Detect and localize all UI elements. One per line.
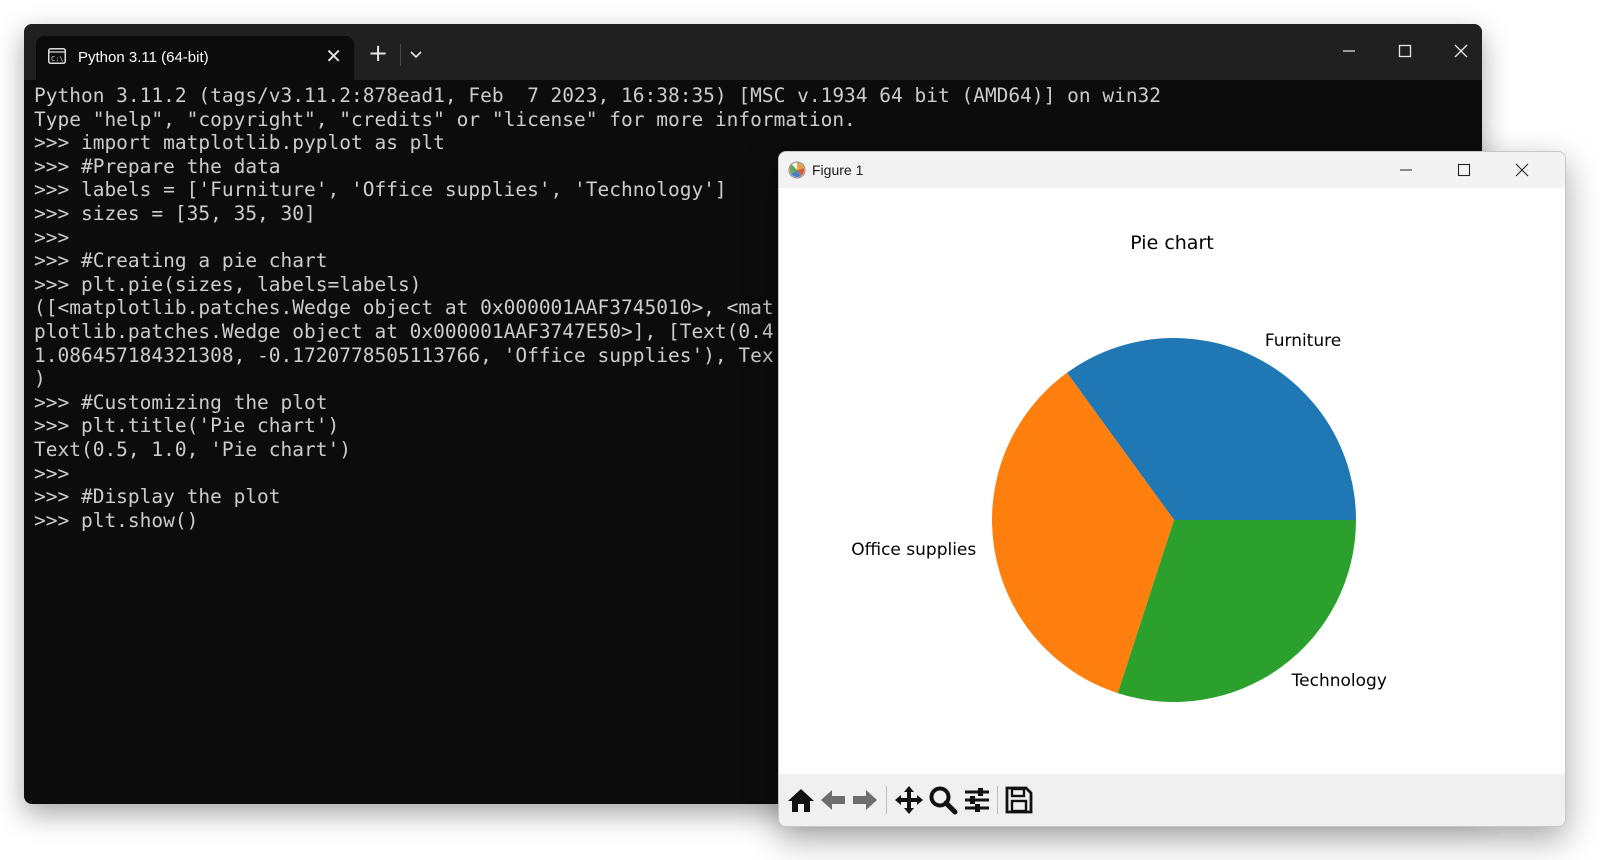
pie-label: Technology [1291,670,1387,691]
figure-title: Figure 1 [812,162,864,178]
minimize-icon [1400,169,1412,171]
maximize-icon [1457,163,1471,177]
back-arrow-icon [821,790,845,810]
maximize-icon [1398,44,1412,58]
close-icon [1454,44,1468,58]
minimize-button[interactable] [1331,36,1367,66]
pan-button[interactable] [893,784,925,816]
tab-python[interactable]: C:\ Python 3.11 (64-bit) ✕ [36,36,354,80]
terminal-icon: C:\ [48,48,66,64]
close-icon [1515,163,1529,177]
zoom-button[interactable] [927,784,959,816]
configure-subplots-icon [965,788,989,812]
pie-label: Furniture [1264,330,1342,351]
figure-toolbar [779,774,1565,826]
maximize-button[interactable] [1387,36,1423,66]
close-tab-icon[interactable]: ✕ [325,44,342,68]
forward-arrow-icon [853,790,877,810]
matplotlib-icon [788,161,806,179]
figure-canvas[interactable]: Pie chart Furniture Office supplies Techno… [779,188,1565,768]
tab-title: Python 3.11 (64-bit) [78,49,209,66]
toolbar-divider [997,786,998,814]
terminal-line: Python 3.11.2 (tags/v3.11.2:878ead1, Feb… [34,84,1162,107]
home-button[interactable] [785,784,817,816]
chevron-down-icon[interactable] [408,44,424,64]
svg-text:C:\: C:\ [51,55,64,63]
forward-button[interactable] [849,784,881,816]
pie-label: Office supplies [851,540,977,561]
figure-close-button[interactable] [1504,156,1540,184]
configure-subplots-button[interactable] [961,784,993,816]
figure-window: Figure 1 Pie chart Furniture Office suppl… [778,151,1566,827]
back-button[interactable] [817,784,849,816]
figure-titlebar: Figure 1 [779,152,1565,188]
close-window-button[interactable] [1443,36,1479,66]
save-button[interactable] [1003,784,1035,816]
figure-maximize-button[interactable] [1446,156,1482,184]
figure-minimize-button[interactable] [1388,156,1424,184]
pan-icon [895,786,923,814]
terminal-titlebar: C:\ Python 3.11 (64-bit) ✕ + [24,24,1482,80]
tab-divider [400,44,401,66]
toolbar-divider [886,786,887,814]
zoom-icon [929,786,958,815]
home-icon [788,789,814,812]
pie-chart [992,338,1356,702]
new-tab-button[interactable]: + [368,40,388,66]
terminal-line: Type "help", "copyright", "credits" or "… [34,107,856,131]
minimize-icon [1343,50,1355,52]
save-icon [1005,786,1033,814]
